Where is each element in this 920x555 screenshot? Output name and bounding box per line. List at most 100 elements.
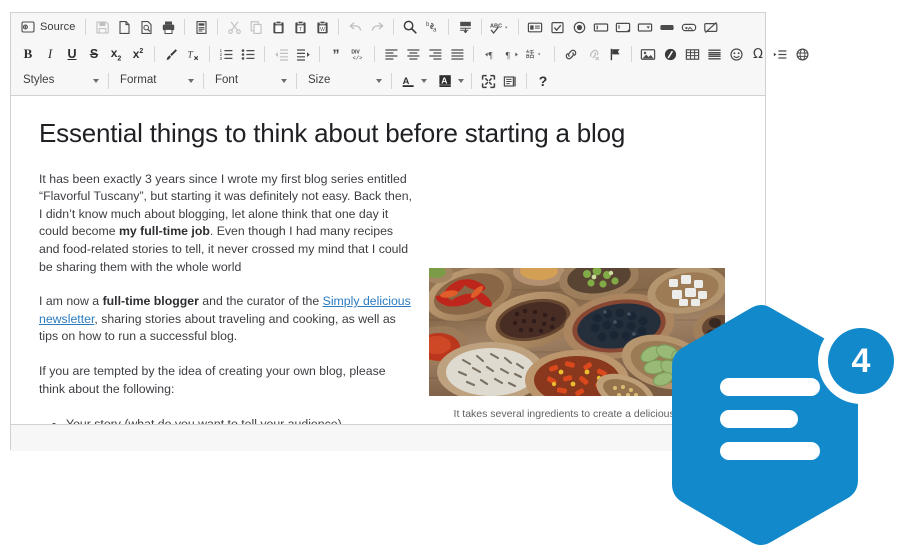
about-button[interactable]: ?	[532, 70, 554, 92]
div-container-icon: DIV </>	[350, 47, 366, 62]
page-break-button[interactable]	[769, 43, 791, 65]
superscript-button[interactable]: x2	[127, 43, 149, 65]
div-container-button[interactable]: DIV </>	[347, 43, 369, 65]
show-blocks-button[interactable]	[499, 70, 521, 92]
select-field-button[interactable]	[634, 16, 656, 38]
blockquote-icon: ”	[332, 46, 340, 62]
indent-button[interactable]	[292, 43, 314, 65]
templates-button[interactable]	[190, 16, 212, 38]
paste-text-button[interactable]: T	[289, 16, 311, 38]
replace-button[interactable]: ba	[421, 16, 443, 38]
svg-text:W: W	[320, 26, 325, 32]
undo-button[interactable]	[344, 16, 366, 38]
anchor-button[interactable]	[604, 43, 626, 65]
strikethrough-button[interactable]: S	[83, 43, 105, 65]
copy-button[interactable]	[245, 16, 267, 38]
paste-word-button[interactable]: W	[311, 16, 333, 38]
format-dropdown[interactable]: Format	[114, 70, 198, 92]
italic-button[interactable]: I	[39, 43, 61, 65]
radio-button[interactable]	[568, 16, 590, 38]
remove-format-button[interactable]: T	[182, 43, 204, 65]
justify-button[interactable]	[446, 43, 468, 65]
hidden-field-button[interactable]	[700, 16, 722, 38]
new-page-button[interactable]	[113, 16, 135, 38]
form-button[interactable]	[524, 16, 546, 38]
spellcheck-button[interactable]: ABC	[487, 16, 513, 38]
toolbar-separator	[154, 46, 155, 62]
table-button[interactable]	[681, 43, 703, 65]
toolbar-separator	[448, 19, 450, 35]
indent-icon	[296, 47, 311, 62]
background-color-button[interactable]: A	[434, 70, 464, 92]
numbered-list-button[interactable]: 123	[215, 43, 237, 65]
font-dropdown[interactable]: Font	[209, 70, 291, 92]
select-all-button[interactable]	[454, 16, 476, 38]
flag-icon	[608, 47, 623, 62]
unlink-icon	[585, 47, 601, 62]
new-page-icon	[117, 20, 132, 35]
flash-button[interactable]	[659, 43, 681, 65]
strikethrough-icon: S	[89, 47, 99, 61]
find-button[interactable]	[399, 16, 421, 38]
editor-content-area[interactable]: Essential things to think about before s…	[11, 96, 765, 424]
align-right-button[interactable]	[424, 43, 446, 65]
image-button[interactable]	[637, 43, 659, 65]
text-color-button[interactable]: A	[397, 70, 427, 92]
undo-icon	[348, 20, 363, 35]
toolbar-separator	[108, 73, 109, 89]
toolbar-separator	[209, 46, 210, 62]
form-icon	[527, 20, 543, 35]
paragraph-2-text-b: and the curator of the	[198, 294, 323, 309]
source-button[interactable]: Source	[17, 16, 80, 38]
text-field-button[interactable]	[590, 16, 612, 38]
cut-button[interactable]	[223, 16, 245, 38]
language-button[interactable]: 話	[523, 43, 549, 65]
paste-text-icon: T	[293, 20, 308, 35]
horizontal-rule-button[interactable]	[703, 43, 725, 65]
align-center-button[interactable]	[402, 43, 424, 65]
omega-icon: Ω	[753, 46, 763, 62]
checkbox-button[interactable]	[546, 16, 568, 38]
bulleted-list-button[interactable]	[237, 43, 259, 65]
outdent-button[interactable]	[270, 43, 292, 65]
bold-button[interactable]: B	[17, 43, 39, 65]
text-direction-ltr-button[interactable]: ¶	[479, 43, 501, 65]
preview-icon	[139, 20, 154, 35]
button-field-button[interactable]	[656, 16, 678, 38]
maximize-button[interactable]	[477, 70, 499, 92]
toolbar-separator	[518, 19, 520, 35]
editor-elements-path[interactable]	[11, 424, 765, 451]
chevron-down-icon	[188, 79, 194, 83]
smiley-button[interactable]	[725, 43, 747, 65]
toolbar-separator	[319, 46, 320, 62]
subscript-button[interactable]: x2	[105, 43, 127, 65]
image-button-button[interactable]	[678, 16, 700, 38]
toolbar-separator	[264, 46, 265, 62]
link-button[interactable]	[560, 43, 582, 65]
toolbar-separator	[391, 73, 392, 89]
search-icon	[402, 19, 418, 35]
toolbar-separator	[338, 19, 340, 35]
styles-dropdown[interactable]: Styles	[17, 70, 103, 92]
unlink-button[interactable]	[582, 43, 604, 65]
page-break-icon	[773, 47, 788, 62]
chevron-down-icon	[458, 79, 464, 83]
paste-button[interactable]	[267, 16, 289, 38]
copy-formatting-button[interactable]	[160, 43, 182, 65]
blockquote-button[interactable]: ”	[325, 43, 347, 65]
special-char-button[interactable]: Ω	[747, 43, 769, 65]
link-icon	[563, 47, 579, 62]
textarea-button[interactable]	[612, 16, 634, 38]
select-all-icon	[458, 20, 473, 35]
help-icon: ?	[538, 73, 548, 89]
align-left-button[interactable]	[380, 43, 402, 65]
save-button[interactable]	[91, 16, 113, 38]
underline-button[interactable]: U	[61, 43, 83, 65]
print-button[interactable]	[157, 16, 179, 38]
text-direction-rtl-button[interactable]: ¶	[501, 43, 523, 65]
preview-button[interactable]	[135, 16, 157, 38]
toolbar-separator	[296, 73, 297, 89]
size-dropdown[interactable]: Size	[302, 70, 386, 92]
redo-button[interactable]	[366, 16, 388, 38]
iframe-button[interactable]	[791, 43, 813, 65]
